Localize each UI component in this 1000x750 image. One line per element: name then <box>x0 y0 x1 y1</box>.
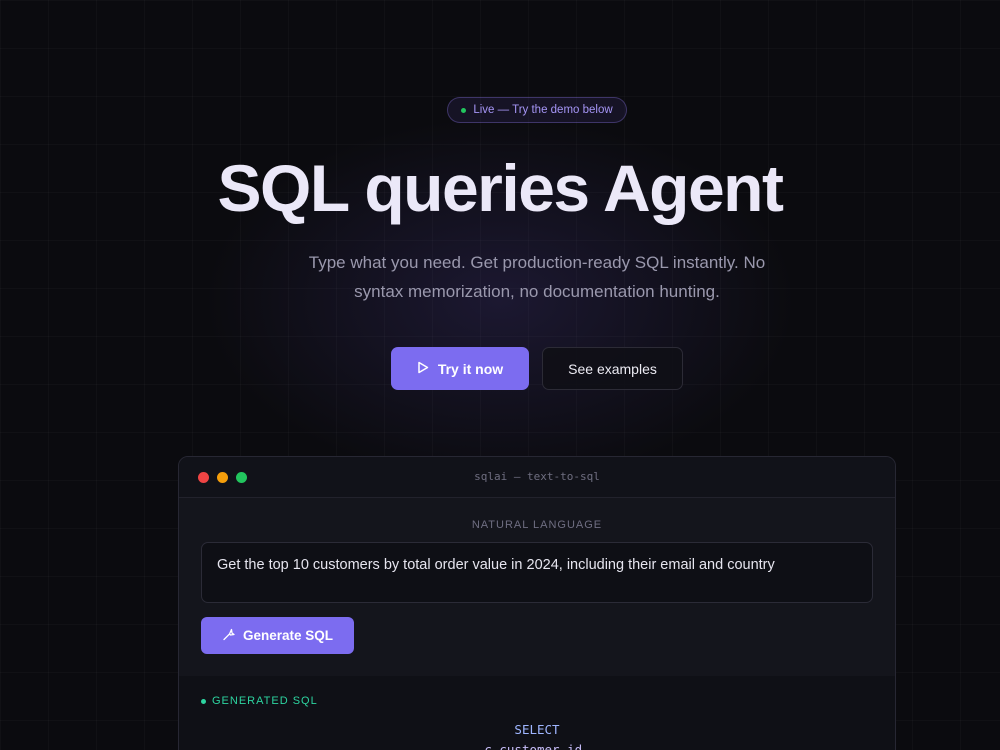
see-examples-button[interactable]: See examples <box>542 347 683 390</box>
sql-line: c.customer_id, <box>484 742 590 750</box>
see-examples-label: See examples <box>568 360 657 377</box>
demo-window: sqlai — text-to-sql NATURAL LANGUAGE Get… <box>178 456 896 750</box>
sql-status-dot <box>201 698 206 704</box>
window-title: sqlai — text-to-sql <box>474 470 600 483</box>
try-it-now-label: Try it now <box>437 360 504 377</box>
play-icon <box>417 361 429 377</box>
landing-page: Live — Try the demo below SQL queries Ag… <box>0 0 1000 750</box>
generate-sql-label: Generate SQL <box>242 628 334 643</box>
wand-icon <box>222 628 235 644</box>
hero-subtitle: Type what you need. Get production-ready… <box>308 253 766 301</box>
live-status-dot <box>461 107 467 113</box>
natural-language-input[interactable]: Get the top 10 customers by total order … <box>201 542 873 603</box>
window-titlebar: sqlai — text-to-sql <box>179 457 895 498</box>
live-badge-label: Live — Try the demo below <box>473 104 613 116</box>
sql-line: SELECT <box>514 722 560 737</box>
hero-title: SQL queries Agent <box>217 151 784 225</box>
sql-code-block: SELECT c.customer_id, <box>179 720 895 750</box>
generated-sql-label: GENERATED SQL <box>212 695 318 707</box>
try-it-now-button[interactable]: Try it now <box>391 347 529 390</box>
generated-sql-section: GENERATED SQL SELECT c.customer_id, <box>179 676 895 750</box>
generated-sql-header: GENERATED SQL <box>201 695 318 707</box>
live-badge[interactable]: Live — Try the demo below <box>447 97 627 123</box>
natural-language-section: NATURAL LANGUAGE Get the top 10 customer… <box>179 498 895 676</box>
natural-language-label: NATURAL LANGUAGE <box>471 519 603 531</box>
generate-sql-button[interactable]: Generate SQL <box>201 617 354 654</box>
